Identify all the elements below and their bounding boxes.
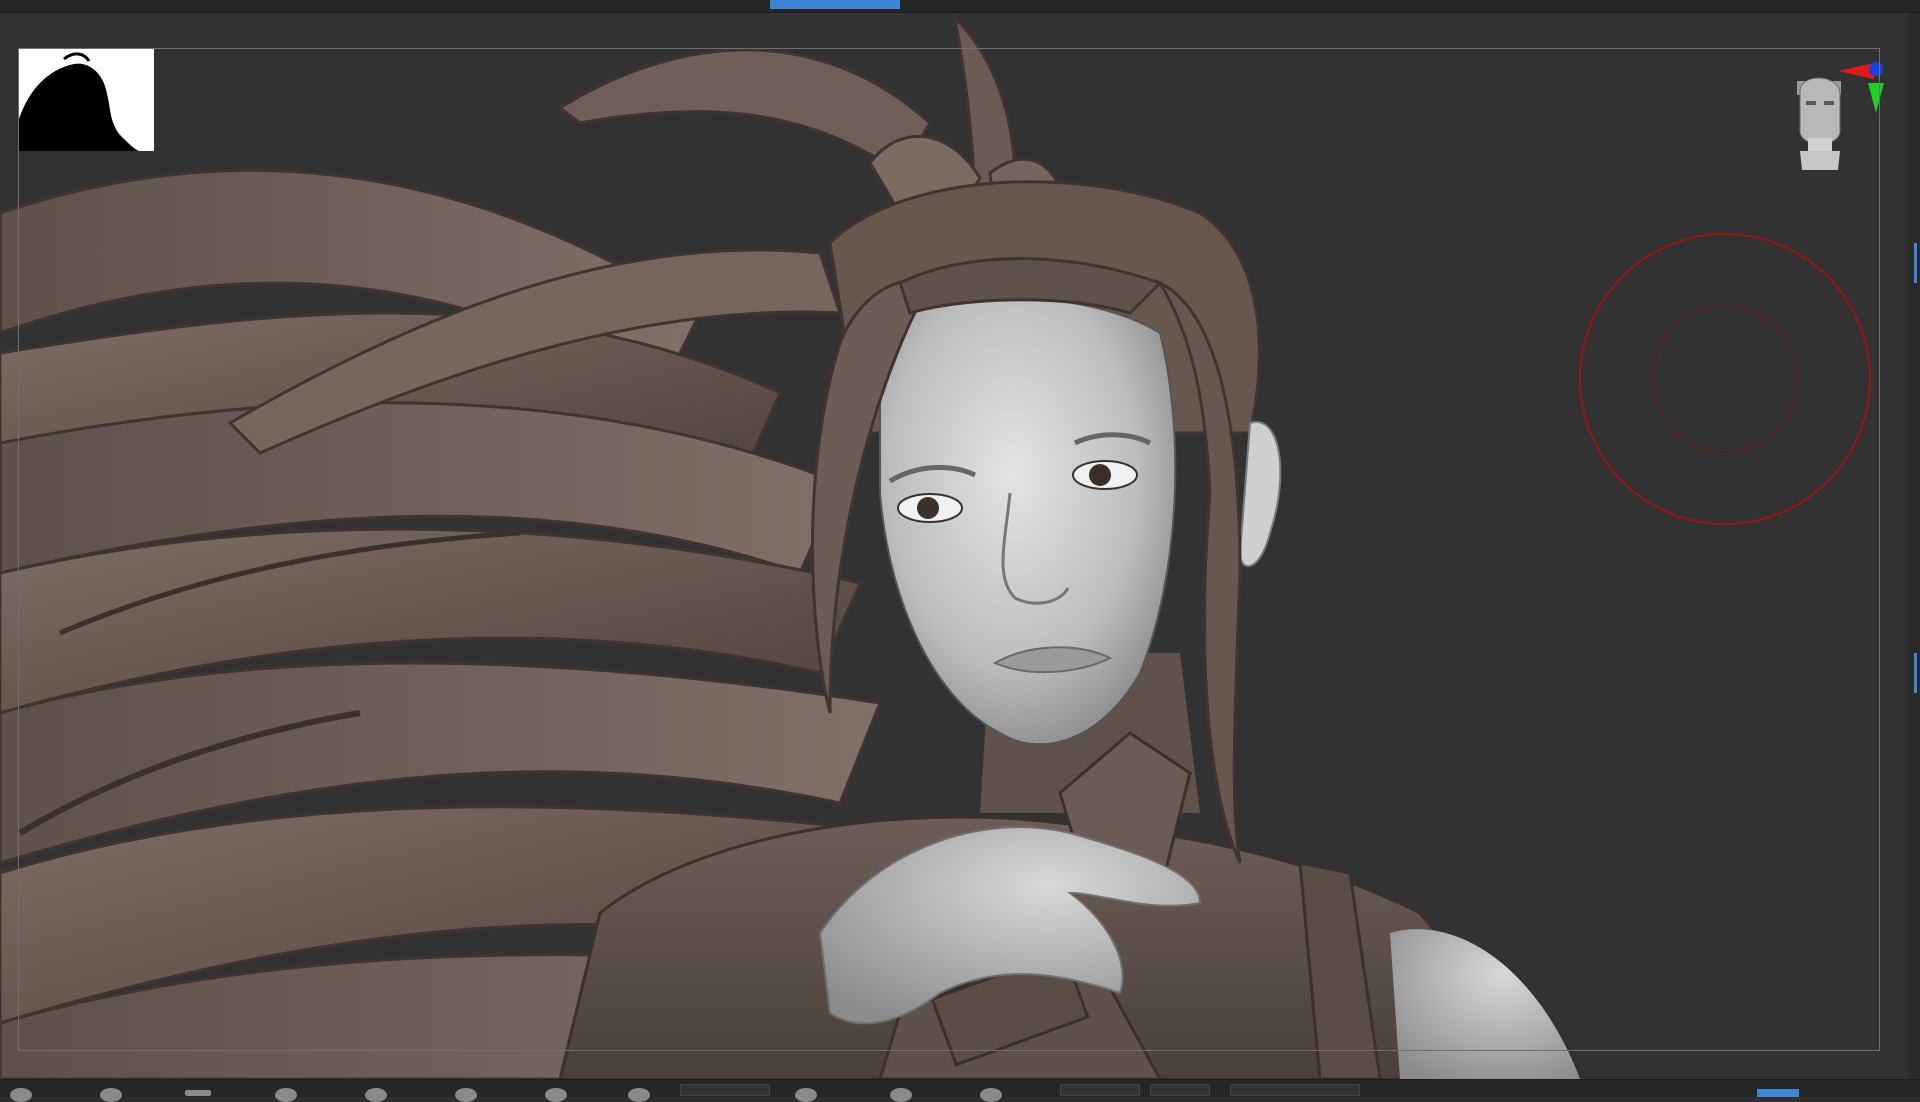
tray-marker xyxy=(1914,653,1917,693)
tool-slot[interactable] xyxy=(680,1084,770,1096)
bottom-shelf xyxy=(0,1079,1920,1102)
silhouette-icon xyxy=(19,52,139,151)
sphere-icon[interactable] xyxy=(10,1088,32,1102)
3d-viewport[interactable] xyxy=(0,13,1920,1079)
tool-slot[interactable] xyxy=(1150,1084,1210,1096)
orientation-head-icon xyxy=(1797,77,1841,170)
tool-slot[interactable] xyxy=(1060,1084,1140,1096)
sculpt-model xyxy=(0,13,1580,1079)
sphere-icon[interactable] xyxy=(365,1088,387,1102)
right-tray-edge[interactable] xyxy=(1908,13,1920,1079)
right-shoulder-skin xyxy=(1390,929,1580,1079)
z-axis-dot xyxy=(1869,62,1883,76)
reference-thumbnail[interactable] xyxy=(19,49,154,151)
right-iris xyxy=(1089,464,1111,486)
y-axis-arrow xyxy=(1868,83,1884,113)
sphere-icon[interactable] xyxy=(628,1088,650,1102)
sphere-icon[interactable] xyxy=(275,1088,297,1102)
tray-marker xyxy=(1914,243,1917,283)
left-iris xyxy=(917,497,939,519)
right-ear xyxy=(1238,420,1282,568)
x-axis-arrow xyxy=(1838,63,1874,79)
top-tab-bar xyxy=(0,0,1920,13)
orientation-gizmo[interactable] xyxy=(1780,43,1890,183)
sphere-icon[interactable] xyxy=(795,1088,817,1102)
active-tab-indicator[interactable] xyxy=(770,0,900,9)
sphere-icon[interactable] xyxy=(100,1088,122,1102)
brush-cursor-icon xyxy=(1579,233,1871,525)
sphere-icon[interactable] xyxy=(545,1088,567,1102)
sphere-icon[interactable] xyxy=(980,1088,1002,1102)
sphere-icon[interactable] xyxy=(455,1088,477,1102)
tool-slot[interactable] xyxy=(1230,1084,1360,1096)
stroke-icon[interactable] xyxy=(185,1090,211,1096)
sphere-icon[interactable] xyxy=(890,1088,912,1102)
